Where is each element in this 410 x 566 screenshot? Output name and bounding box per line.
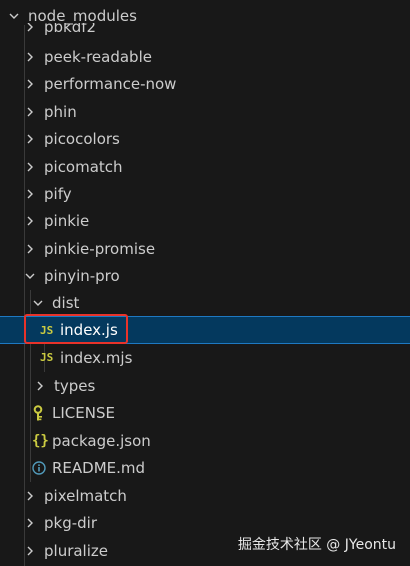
tree-item-peek-readable[interactable]: peek-readable [0,43,410,70]
tree-item-performance-now[interactable]: performance-now [0,70,410,97]
tree-item-label: README.md [52,458,146,477]
tree-item-package-json[interactable]: {} package.json [0,427,410,454]
tree-root-label: node_modules [28,6,137,25]
chevron-right-icon [22,207,38,234]
chevron-right-icon [22,235,38,262]
chevron-right-icon [22,125,38,152]
tree-item-label: index.mjs [60,348,133,367]
tree-item-label: dist [52,293,80,312]
tree-item-label: package.json [52,431,151,450]
annotation-highlight-box [24,314,128,344]
tree-item-pinyin-pro[interactable]: pinyin-pro [0,262,410,289]
tree-item-phin[interactable]: phin [0,98,410,125]
chevron-right-icon [32,372,48,399]
chevron-right-icon [22,482,38,509]
tree-item-label: pinkie [44,211,90,230]
tree-item-pify[interactable]: pify [0,180,410,207]
tree-item-label: picomatch [44,157,123,176]
file-explorer: node_modules pbkdf2 peek-readable perfor… [0,0,410,566]
chevron-right-icon [22,180,38,207]
tree-item-license[interactable]: LICENSE [0,399,410,426]
tree-item-readme[interactable]: README.md [0,454,410,481]
tree-item-label: pixelmatch [44,486,127,505]
chevron-right-icon [22,43,38,70]
tree-item-pixelmatch[interactable]: pixelmatch [0,482,410,509]
tree-item-pinkie[interactable]: pinkie [0,207,410,234]
tree-item-dist[interactable]: dist [0,289,410,316]
tree-item-label: pkg-dir [44,513,97,532]
watermark: 掘金技术社区 @ JYeontu [237,537,396,553]
json-braces-icon: {} [32,432,49,449]
tree-item-label: phin [44,102,77,121]
tree-item-picocolors[interactable]: picocolors [0,125,410,152]
tree-item-label: performance-now [44,74,177,93]
tree-item-pinkie-promise[interactable]: pinkie-promise [0,235,410,262]
chevron-right-icon [22,537,38,564]
tree-item-label: pluralize [44,541,108,560]
tree-item-label: pinkie-promise [44,239,156,258]
tree-item-label: pinyin-pro [44,266,120,285]
tree-item-index-mjs[interactable]: JS index.mjs [0,344,410,371]
tree-item-label: types [54,376,96,395]
tree-item-label: peek-readable [44,47,152,66]
info-icon [32,460,50,475]
chevron-down-icon [30,289,46,316]
chevron-right-icon [22,98,38,125]
tree-item-label: pify [44,184,72,203]
license-key-icon [32,404,50,421]
tree-item-label: picocolors [44,129,120,148]
chevron-down-icon [22,262,38,289]
chevron-right-icon [22,153,38,180]
tree-item-label: LICENSE [52,403,115,422]
chevron-right-icon [22,509,38,536]
tree-item-types[interactable]: types [0,372,410,399]
tree-item-picomatch[interactable]: picomatch [0,153,410,180]
js-file-icon: JS [40,351,54,364]
tree-item-pkg-dir[interactable]: pkg-dir [0,509,410,536]
chevron-right-icon [22,70,38,97]
